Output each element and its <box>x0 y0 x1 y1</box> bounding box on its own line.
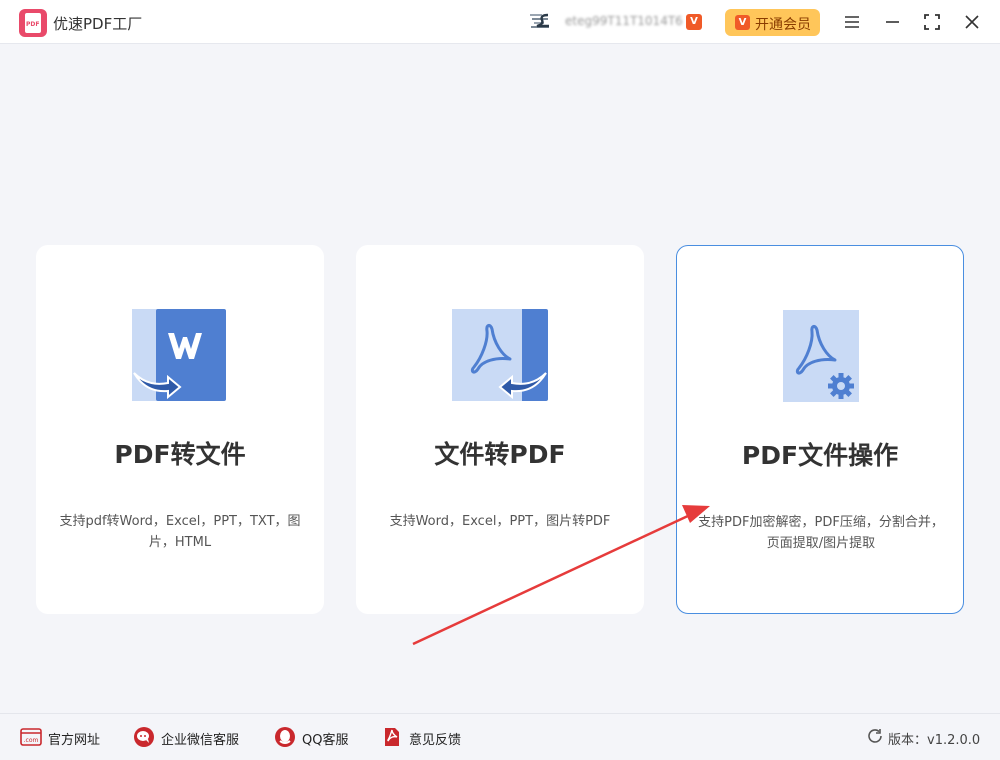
card-file-to-pdf[interactable]: 文件转PDF 支持Word，Excel，PPT，图片转PDF <box>356 245 644 614</box>
card-title: 文件转PDF <box>434 440 566 469</box>
vip-button-label: 开通会员 <box>755 17 811 33</box>
pdf-settings-icon <box>783 310 859 402</box>
close-icon[interactable] <box>960 10 984 34</box>
footer-wechat-service-link[interactable]: 企业微信客服 <box>133 714 249 760</box>
vip-mark-icon: V <box>686 14 702 30</box>
minimize-icon[interactable] <box>880 10 904 34</box>
card-description: 支持Word，Excel，PPT，图片转PDF <box>389 514 611 529</box>
wechat-service-icon <box>134 727 154 747</box>
app-logo-text: PDF <box>26 21 40 28</box>
card-title: PDF转文件 <box>114 440 246 469</box>
menu-icon[interactable] <box>840 10 864 34</box>
card-description: 支持PDF加密解密，PDF压缩，分割合并，页面提取/图片提取 <box>698 515 944 551</box>
footer-item-label: 企业微信客服 <box>161 733 240 748</box>
refresh-icon[interactable] <box>866 727 884 745</box>
footer-website-link[interactable]: .com 官方网址 <box>20 714 110 760</box>
vip-button[interactable]: V 开通会员 <box>725 9 820 36</box>
footer-item-label: QQ客服 <box>302 733 349 748</box>
version-label: 版本：v1.2.0.0 <box>888 733 981 748</box>
user-avatar[interactable] <box>528 11 558 33</box>
card-pdf-to-file[interactable]: PDF转文件 支持pdf转Word，Excel，PPT，TXT，图片，HTML <box>36 245 324 614</box>
user-name: eteg99T11T1014T6 <box>565 14 683 28</box>
card-title: PDF文件操作 <box>741 441 899 470</box>
qq-icon <box>275 727 295 747</box>
app-logo: PDF <box>19 9 47 37</box>
footer-item-label: 官方网址 <box>48 733 101 748</box>
card-pdf-operations[interactable]: PDF文件操作 支持PDF加密解密，PDF压缩，分割合并，页面提取/图片提取 <box>676 245 964 614</box>
footer-item-label: 意见反馈 <box>409 733 462 748</box>
footer-feedback-link[interactable]: 意见反馈 <box>381 714 471 760</box>
website-icon: .com <box>20 728 42 746</box>
title-bar: PDF 优速PDF工厂 eteg99T11T1014T6 V V 开通会员 <box>0 0 1000 44</box>
pdf-to-word-icon <box>132 309 226 401</box>
footer-qq-service-link[interactable]: QQ客服 <box>274 714 356 760</box>
maximize-icon[interactable] <box>920 10 944 34</box>
file-to-pdf-icon <box>452 309 548 401</box>
vip-icon: V <box>735 15 750 30</box>
svg-text:.com: .com <box>24 737 39 744</box>
feedback-icon <box>385 728 399 746</box>
card-description: 支持pdf转Word，Excel，PPT，TXT，图片，HTML <box>59 514 301 550</box>
app-title: 优速PDF工厂 <box>53 15 143 33</box>
footer-bar: .com 官方网址 企业微信客服 QQ客服 意见反馈 版本：v1.2.0.0 <box>0 713 1000 760</box>
